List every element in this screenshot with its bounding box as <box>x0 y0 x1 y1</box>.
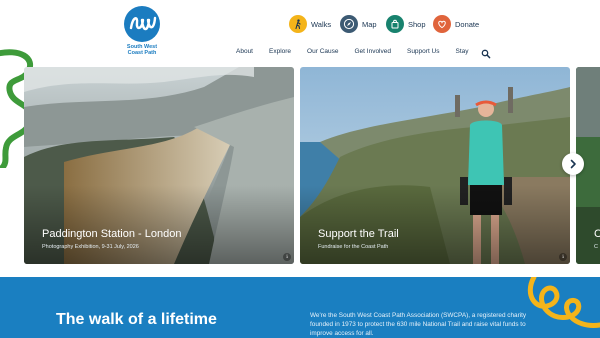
shopping-bag-icon <box>386 15 404 33</box>
heart-icon <box>433 15 451 33</box>
walker-icon <box>289 15 307 33</box>
map-label: Map <box>362 19 377 29</box>
nav-item-about[interactable]: About <box>236 48 253 55</box>
card-subtitle: Photography Exhibition, 9-31 July, 2026 <box>42 244 139 250</box>
compass-icon <box>340 15 358 33</box>
walks-label: Walks <box>311 19 332 29</box>
card-title: Support the Trail <box>318 228 399 240</box>
logo-mark <box>124 6 160 42</box>
site-logo[interactable]: South West Coast Path <box>118 6 166 56</box>
shop-label: Shop <box>408 19 426 29</box>
chevron-right-icon <box>570 159 576 169</box>
card-subtitle: Fundraise for the Coast Path <box>318 244 389 250</box>
card-subtitle: C <box>594 244 598 250</box>
nav-item-stay[interactable]: Stay <box>456 48 469 55</box>
card-title: C <box>594 228 600 240</box>
walks-link[interactable]: Walks <box>289 15 331 33</box>
nav-item-our-cause[interactable]: Our Cause <box>307 48 338 55</box>
carousel-card-exhibition[interactable]: Paddington Station - London Photography … <box>24 67 294 264</box>
carousel-card-support-trail[interactable]: Support the Trail Fundraise for the Coas… <box>300 67 570 264</box>
logo-text: South West Coast Path <box>118 44 166 56</box>
nav-item-support-us[interactable]: Support Us <box>407 48 440 55</box>
donate-link[interactable]: Donate <box>433 15 479 33</box>
site-header: South West Coast Path Walks Map Shop Don… <box>0 0 600 66</box>
map-link[interactable]: Map <box>340 15 377 33</box>
brand-name-line2: Coast Path <box>127 50 157 56</box>
nav-item-get-involved[interactable]: Get Involved <box>354 48 391 55</box>
main-nav: About Explore Our Cause Get Involved Sup… <box>236 46 491 59</box>
intro-heading: The walk of a lifetime <box>56 311 217 328</box>
search-icon[interactable] <box>481 46 491 59</box>
intro-text: We're the South West Coast Path Associat… <box>310 312 527 338</box>
card-title: Paddington Station - London <box>42 228 182 240</box>
donate-label: Donate <box>455 19 480 29</box>
shop-link[interactable]: Shop <box>386 15 426 33</box>
nav-item-explore[interactable]: Explore <box>269 48 291 55</box>
info-icon[interactable]: i <box>283 253 291 261</box>
intro-section: The walk of a lifetime We're the South W… <box>0 277 600 338</box>
info-icon[interactable]: i <box>559 253 567 261</box>
carousel-next-button[interactable] <box>562 153 584 175</box>
decorative-loops <box>527 277 600 328</box>
